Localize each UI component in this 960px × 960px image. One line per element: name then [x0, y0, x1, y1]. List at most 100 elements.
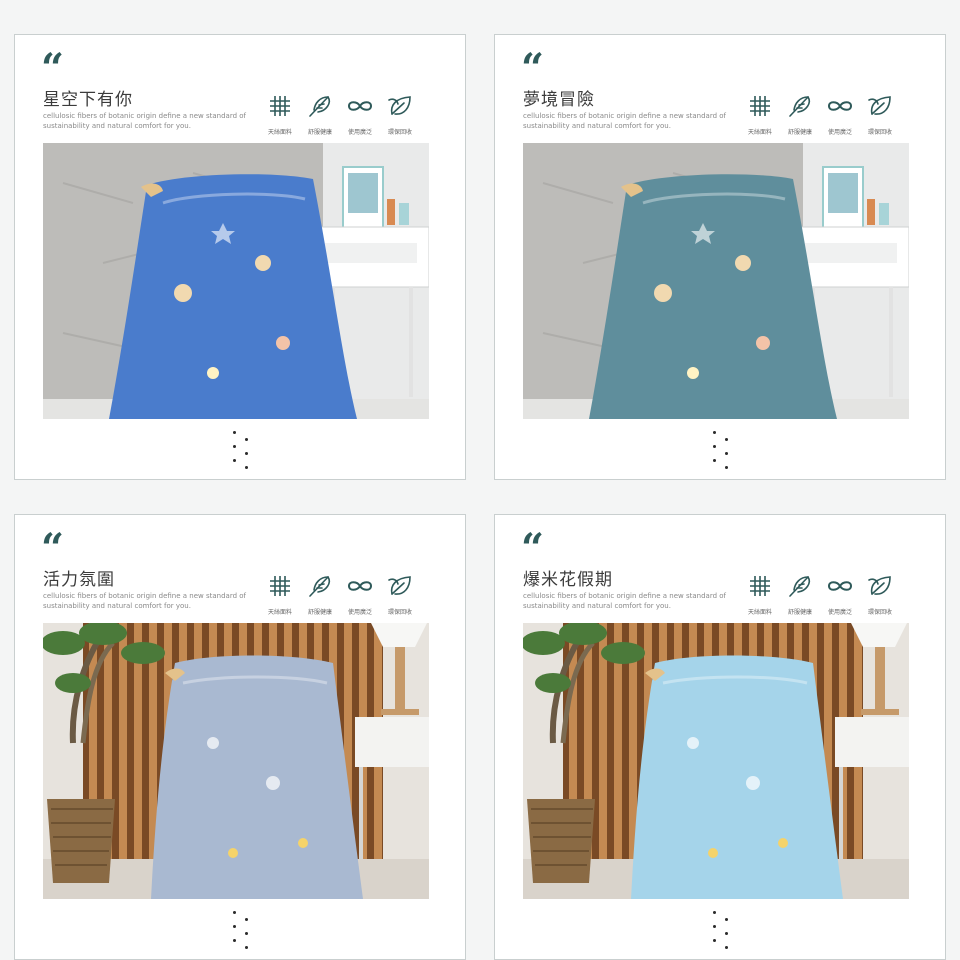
dot [725, 452, 728, 455]
dots-decoration [709, 911, 733, 955]
dot [725, 946, 728, 949]
quote-mark-icon: “ [521, 45, 545, 92]
quote-mark-icon: “ [521, 525, 545, 572]
dots-decoration [709, 431, 733, 475]
dot [233, 431, 236, 434]
product-description: cellulosic fibers of botanic origin defi… [43, 592, 246, 610]
product-description: cellulosic fibers of botanic origin defi… [523, 112, 726, 130]
feature-label: 使用廣泛 [827, 609, 852, 616]
product-card-popcorn-holiday[interactable]: “ 爆米花假期 cellulosic fibers of botanic ori… [494, 514, 946, 960]
feature-item: 舒服健康 [305, 93, 335, 136]
feature-item: 環保回收 [385, 573, 415, 616]
dot [245, 452, 248, 455]
product-photo[interactable] [43, 623, 429, 899]
dot [713, 939, 716, 942]
product-description: cellulosic fibers of botanic origin defi… [43, 112, 246, 130]
leaf-icon [386, 93, 414, 123]
feature-label: 天絲面料 [747, 609, 772, 616]
feather-icon [306, 573, 334, 603]
feature-item: 天絲面料 [745, 573, 775, 616]
dot [245, 466, 248, 469]
feature-label: 環保回收 [387, 129, 412, 136]
feature-label: 舒服健康 [307, 129, 332, 136]
infinity-icon [826, 573, 854, 603]
dot [245, 932, 248, 935]
feature-item: 舒服健康 [785, 93, 815, 136]
dot [233, 925, 236, 928]
dots-decoration [229, 431, 253, 475]
feature-label: 舒服健康 [787, 129, 812, 136]
feature-label: 天絲面料 [267, 609, 292, 616]
feature-icons: 天絲面料 舒服健康 使用廣泛 環保回收 [265, 93, 415, 136]
feature-label: 舒服健康 [307, 609, 332, 616]
feature-item: 使用廣泛 [345, 93, 375, 136]
dot [233, 939, 236, 942]
feature-item: 使用廣泛 [825, 573, 855, 616]
dots-decoration [229, 911, 253, 955]
grid-fabric-icon [746, 93, 774, 123]
feature-item: 使用廣泛 [345, 573, 375, 616]
quote-mark-icon: “ [41, 525, 65, 572]
feature-item: 天絲面料 [265, 573, 295, 616]
product-photo[interactable] [43, 143, 429, 419]
product-title: 星空下有你 [43, 90, 133, 110]
dot [713, 445, 716, 448]
product-title: 活力氛圍 [43, 570, 115, 590]
infinity-icon [346, 573, 374, 603]
dot [713, 925, 716, 928]
feature-label: 舒服健康 [787, 609, 812, 616]
dot [713, 431, 716, 434]
product-photo[interactable] [523, 623, 909, 899]
quote-mark-icon: “ [41, 45, 65, 92]
grid-fabric-icon [746, 573, 774, 603]
feature-label: 環保回收 [867, 609, 892, 616]
feather-icon [786, 93, 814, 123]
feature-label: 天絲面料 [267, 129, 292, 136]
feature-label: 使用廣泛 [347, 129, 372, 136]
feather-icon [786, 573, 814, 603]
dot [725, 466, 728, 469]
feature-label: 天絲面料 [747, 129, 772, 136]
dot [713, 459, 716, 462]
product-title: 爆米花假期 [523, 570, 613, 590]
dot [245, 438, 248, 441]
feature-item: 環保回收 [865, 93, 895, 136]
dot [233, 459, 236, 462]
feature-label: 使用廣泛 [347, 609, 372, 616]
feature-label: 環保回收 [387, 609, 412, 616]
infinity-icon [826, 93, 854, 123]
feature-item: 舒服健康 [305, 573, 335, 616]
dot [725, 932, 728, 935]
dot [713, 911, 716, 914]
feature-label: 環保回收 [867, 129, 892, 136]
leaf-icon [386, 573, 414, 603]
infinity-icon [346, 93, 374, 123]
dot [725, 918, 728, 921]
leaf-icon [866, 573, 894, 603]
feature-item: 舒服健康 [785, 573, 815, 616]
feature-item: 天絲面料 [265, 93, 295, 136]
feather-icon [306, 93, 334, 123]
dot [245, 946, 248, 949]
product-card-vitality[interactable]: “ 活力氛圍 cellulosic fibers of botanic orig… [14, 514, 466, 960]
product-description: cellulosic fibers of botanic origin defi… [523, 592, 726, 610]
feature-item: 環保回收 [865, 573, 895, 616]
feature-item: 天絲面料 [745, 93, 775, 136]
product-card-dream-adventure[interactable]: “ 夢境冒險 cellulosic fibers of botanic orig… [494, 34, 946, 480]
leaf-icon [866, 93, 894, 123]
feature-label: 使用廣泛 [827, 129, 852, 136]
product-photo[interactable] [523, 143, 909, 419]
product-title: 夢境冒險 [523, 90, 595, 110]
dot [725, 438, 728, 441]
dot [233, 445, 236, 448]
dot [233, 911, 236, 914]
feature-icons: 天絲面料 舒服健康 使用廣泛 環保回收 [745, 93, 895, 136]
grid-fabric-icon [266, 573, 294, 603]
feature-item: 使用廣泛 [825, 93, 855, 136]
product-card-starry[interactable]: “ 星空下有你 cellulosic fibers of botanic ori… [14, 34, 466, 480]
feature-item: 環保回收 [385, 93, 415, 136]
feature-icons: 天絲面料 舒服健康 使用廣泛 環保回收 [745, 573, 895, 616]
feature-icons: 天絲面料 舒服健康 使用廣泛 環保回收 [265, 573, 415, 616]
grid-fabric-icon [266, 93, 294, 123]
dot [245, 918, 248, 921]
